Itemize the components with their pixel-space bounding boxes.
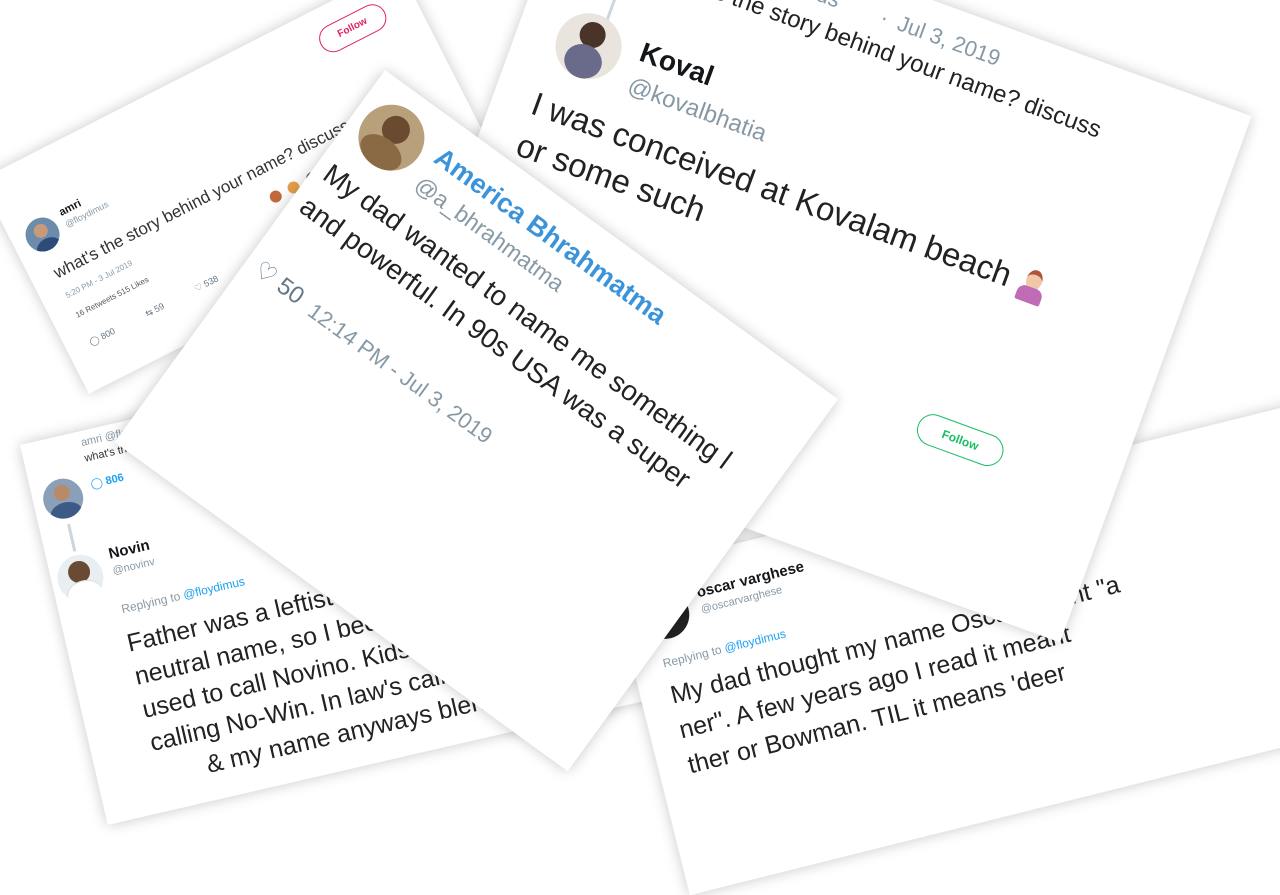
person-emoji-icon [1012, 266, 1052, 308]
like-count: 538 [202, 273, 220, 290]
avatar[interactable] [19, 211, 66, 258]
avatar[interactable] [39, 474, 88, 523]
replying-to-link[interactable]: @floydimus [723, 626, 787, 655]
avatar[interactable] [546, 3, 631, 89]
reply-icon[interactable]: ◯ [89, 476, 104, 490]
avatar[interactable] [52, 550, 109, 606]
avatar[interactable] [345, 91, 438, 184]
like-count: 50 [271, 272, 310, 310]
thread-line [67, 523, 77, 552]
reply-count: 800 [98, 325, 117, 342]
reply-icon[interactable]: ◯ [88, 334, 102, 347]
retweet-count: 59 [152, 300, 166, 315]
like-action: ♡ 50 [248, 255, 309, 311]
parent-separator: · [877, 4, 893, 31]
follow-button[interactable]: Follow [912, 409, 1008, 471]
follow-button[interactable]: Follow [314, 0, 392, 58]
reply-count: 806 [104, 471, 126, 488]
replying-to-link[interactable]: @floydimus [182, 574, 246, 602]
